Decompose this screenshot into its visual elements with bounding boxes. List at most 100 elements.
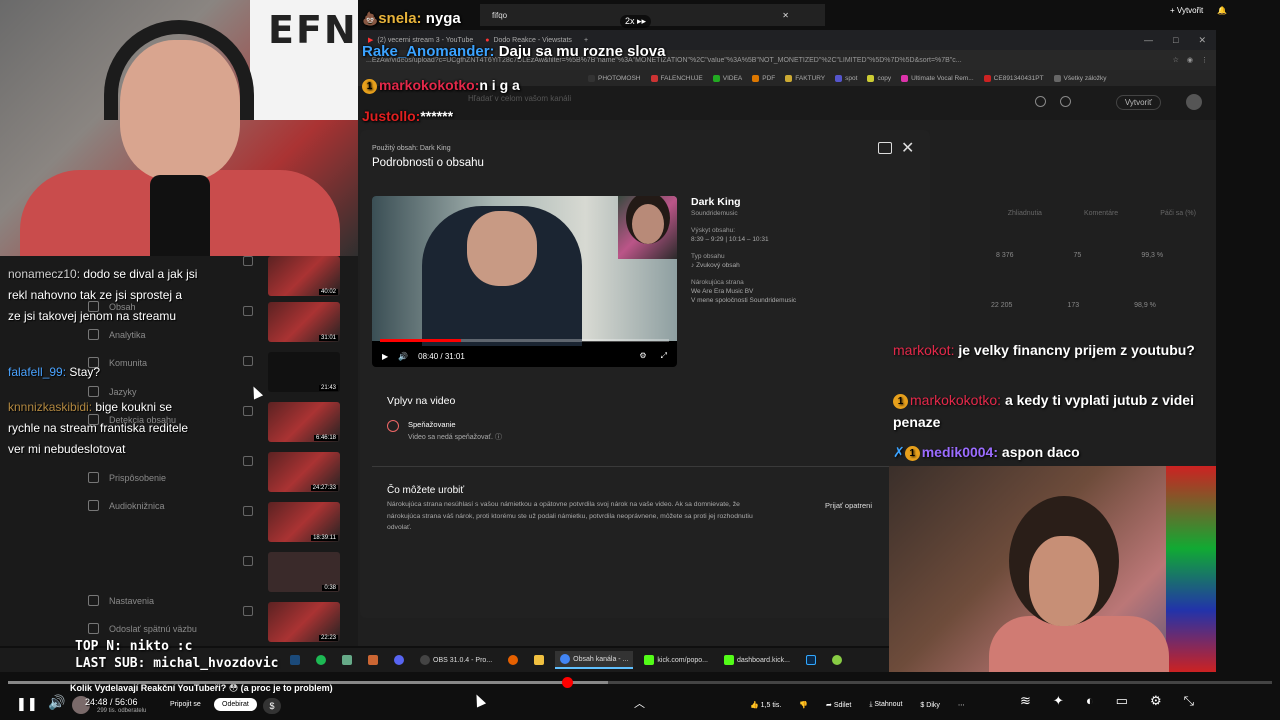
folder-icon[interactable] [529, 652, 549, 668]
actions-description: Nárokujúca strana nesúhlasí s vašou námi… [387, 501, 753, 531]
star-icon[interactable]: ☆ [1173, 56, 1179, 64]
close-window-icon[interactable]: ✕ [1198, 35, 1206, 46]
share-button[interactable]: ➦ Sdilet [826, 701, 851, 709]
bookmark[interactable]: spot [835, 74, 857, 82]
info-icon[interactable]: ⓘ [495, 434, 502, 441]
row-checkbox[interactable] [243, 456, 253, 466]
avatar[interactable] [1186, 94, 1202, 110]
subtitles-icon[interactable]: ▭ [1116, 693, 1128, 709]
firefox-icon[interactable] [503, 652, 523, 668]
dollar-icon[interactable]: $ [263, 698, 281, 714]
row-checkbox[interactable] [243, 406, 253, 416]
row-checkbox[interactable] [243, 556, 253, 566]
minimize-icon[interactable]: — [1144, 35, 1153, 46]
video-thumbnail[interactable]: 18:39:11 [268, 502, 340, 542]
dislike-icon[interactable]: 👎 [799, 701, 808, 709]
subscribe-button[interactable]: Odebirat [214, 698, 257, 711]
menu-icon[interactable]: ⋮ [1201, 56, 1208, 64]
video-thumbnail[interactable]: 0:38 [268, 552, 340, 592]
bookmark[interactable]: copy [867, 74, 891, 82]
fullscreen-exit-icon[interactable]: ⤡ [1184, 693, 1194, 709]
photoshop-icon[interactable] [801, 652, 821, 668]
taskbar-kick-2[interactable]: dashboard.kick... [719, 652, 795, 668]
studio-search[interactable]: Hľadať v celom vašom kanáli [468, 94, 571, 103]
pause-icon[interactable]: ❚❚ [16, 696, 38, 712]
bookmark[interactable]: Ultimate Vocal Rem... [901, 74, 974, 82]
video-thumbnail[interactable]: 22:23 [268, 602, 340, 642]
feedback-icon[interactable] [878, 142, 892, 154]
bookmark[interactable]: PDF [752, 74, 775, 82]
play-icon[interactable]: ▶ [382, 352, 388, 361]
maximize-icon[interactable]: □ [1173, 35, 1178, 46]
bookmark[interactable]: VIDEA [712, 74, 742, 82]
autoplay-toggle[interactable]: ◐ [1086, 693, 1094, 709]
taskbar-kick-1[interactable]: kick.com/popo... [639, 652, 713, 668]
bookmark[interactable]: PHOTOMOSH [588, 74, 641, 82]
volume-icon[interactable]: 🔊 [48, 694, 65, 711]
video-thumbnail[interactable]: 31:01 [268, 302, 340, 342]
close-icon[interactable]: ✕ [901, 138, 914, 158]
volume-icon[interactable]: 🔊 [398, 352, 408, 361]
chat-message: knnnizkaskibidi: bige koukni se rychle n… [8, 397, 198, 460]
taskbar-chrome-studio[interactable]: Obsah kanála - ... [555, 651, 634, 669]
col-header: Zhliadnutia [1007, 210, 1042, 217]
like-button[interactable]: 👍 1,5 tis. [750, 701, 781, 709]
sidebar-item-settings[interactable]: Nastavenia [88, 595, 154, 606]
headphones [104, 20, 254, 120]
bookmark[interactable]: Všetky záložky [1053, 74, 1107, 82]
row-checkbox[interactable] [243, 356, 253, 366]
chat-message: ✗ 1 medik0004: aspon daco [893, 441, 1213, 463]
clear-search-icon[interactable]: ✕ [782, 11, 789, 20]
sparkle-icon[interactable]: ✦ [1053, 693, 1064, 709]
search-input[interactable]: fifqo ✕ [480, 4, 825, 26]
sidebar-item-customization[interactable]: Prispôsobenie [88, 472, 166, 483]
taskbar-obs[interactable]: OBS 31.0.4 - Pro... [415, 652, 497, 668]
video-thumbnail[interactable]: 24:27:33 [268, 452, 340, 492]
bookmark[interactable]: FAKTURY [785, 74, 825, 82]
dialog-subtitle: Použitý obsah: Dark King [372, 145, 451, 152]
steam-icon[interactable] [285, 652, 305, 668]
download-button[interactable]: ⤓ Stahnout [869, 701, 902, 709]
chat-text: je velky financny prijem z youtubu? [958, 342, 1195, 358]
studio-create-button[interactable]: Vytvoriť [1115, 95, 1161, 110]
fullscreen-icon[interactable]: ⤢ [661, 351, 667, 361]
video-preview[interactable]: ▶ 🔊 08:40 / 31:01 ⚙ ⤢ [372, 196, 677, 367]
video-thumbnail[interactable]: 21:43 [268, 352, 340, 392]
row-checkbox[interactable] [243, 506, 253, 516]
create-button[interactable]: + Vytvořit [1170, 6, 1203, 15]
video-title[interactable]: Kolik Vydelavají Reakční YouTubeři? 😳 (a… [70, 683, 333, 694]
actions-heading: Čo môžete urobiť [387, 485, 465, 496]
sidebar-item-analytics[interactable]: Analytika [88, 329, 146, 340]
spotify-icon[interactable] [311, 652, 331, 668]
thanks-button[interactable]: $ Diky [920, 702, 939, 709]
chapters-icon[interactable]: ≋ [1020, 693, 1031, 709]
sidebar-item-languages[interactable]: Jazyky [88, 386, 137, 397]
app-icon[interactable] [827, 652, 847, 668]
help-icon[interactable] [1035, 96, 1046, 107]
notifications-icon[interactable] [1060, 96, 1071, 107]
app-icon[interactable] [363, 652, 383, 668]
row-checkbox[interactable] [243, 256, 253, 266]
chat-message: nonamecz10: dodo se dival a jak jsi rekl… [8, 264, 198, 327]
app-icon[interactable] [337, 652, 357, 668]
settings-icon[interactable]: ⚙ [1150, 693, 1162, 709]
more-icon[interactable]: ⋯ [958, 701, 965, 709]
bookmark[interactable]: FALENCHUJE [650, 74, 703, 82]
discord-icon[interactable] [389, 652, 409, 668]
join-button[interactable]: Pripojit se [170, 701, 201, 708]
bookmark[interactable]: CE891340431PT [983, 74, 1044, 82]
preview-progress[interactable] [380, 339, 669, 342]
sidebar-item-feedback[interactable]: Odoslať spätnú väzbu [88, 623, 197, 634]
chevron-up-icon[interactable]: ︿ [634, 695, 645, 711]
sidebar-item-audio-library[interactable]: Audioknižnica [88, 500, 165, 511]
occurrence-value[interactable]: 8:39 – 9:29 | 10:14 – 10:31 [691, 236, 911, 243]
row-checkbox[interactable] [243, 306, 253, 316]
settings-icon[interactable]: ⚙ [639, 351, 646, 361]
bell-icon[interactable]: 🔔 [1217, 6, 1227, 15]
video-thumbnail[interactable]: 40:02 [268, 256, 340, 296]
accept-action-button[interactable]: Prijať opatreni [825, 501, 872, 510]
video-thumbnail[interactable]: 6:46:18 [268, 402, 340, 442]
dialog-title: Podrobnosti o obsahu [372, 157, 484, 169]
row-checkbox[interactable] [243, 606, 253, 616]
extension-icon[interactable]: ◉ [1187, 56, 1193, 64]
